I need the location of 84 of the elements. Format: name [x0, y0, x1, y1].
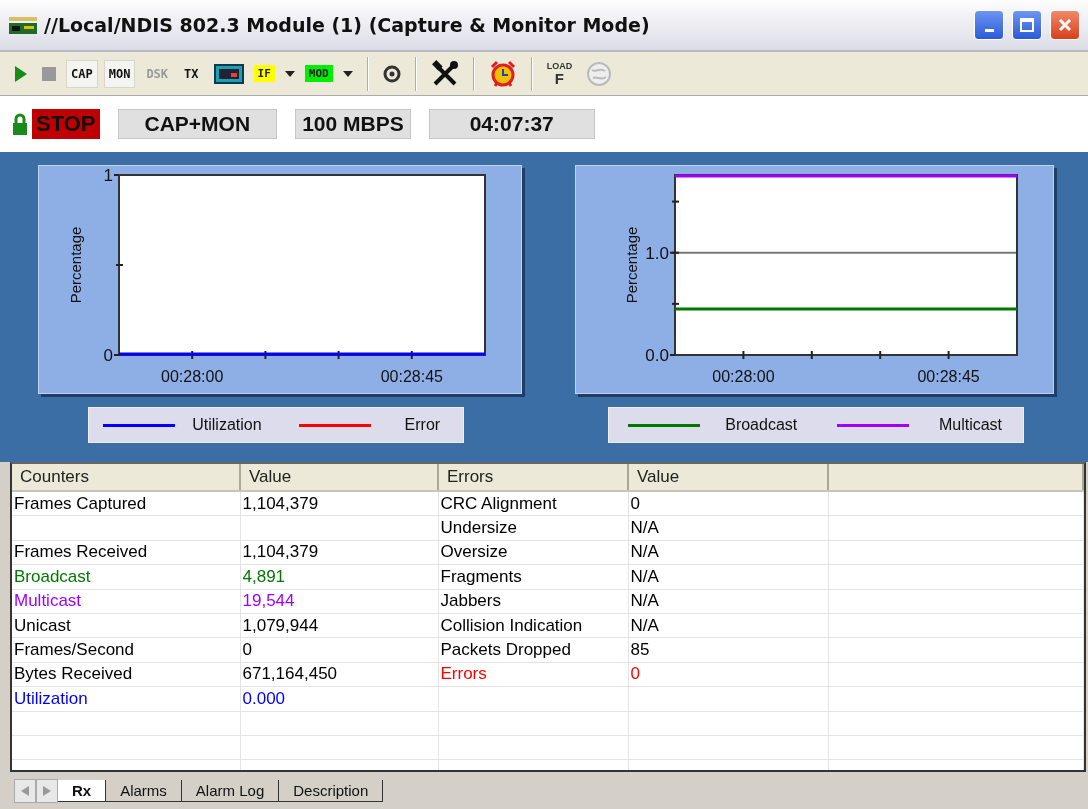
x-tick-label: 00:28:00 [161, 368, 224, 385]
table-cell: Utilization [12, 686, 240, 711]
tools-icon [430, 59, 459, 88]
table-cell: N/A [628, 564, 828, 590]
elapsed-time: 04:07:37 [428, 109, 595, 139]
table-cell: 4,891 [240, 564, 438, 590]
table-cell: 19,544 [240, 589, 438, 614]
table-cell: Oversize [438, 540, 628, 565]
table-cell: Collision Indication [438, 613, 628, 638]
table-cell: 1,104,379 [240, 540, 438, 565]
mode-button[interactable]: CAP [66, 59, 98, 88]
mode-button[interactable]: MON [103, 59, 136, 88]
lock-icon [12, 112, 28, 136]
run-state-indicator: STOP [32, 109, 100, 139]
table-cell: Jabbers [438, 589, 628, 614]
filter-button[interactable]: MOD [304, 65, 333, 82]
table-cell: Undersize [438, 515, 628, 541]
x-tick-label: 00:28:45 [380, 368, 443, 385]
table-cell: Multicast [12, 589, 240, 614]
table-cell: CRC Alignment [438, 491, 628, 516]
target-icon [382, 64, 401, 83]
y-tick-label: 1.0 [645, 243, 669, 263]
legend-label: Broadcast [725, 416, 798, 434]
close-button[interactable] [1050, 10, 1080, 40]
column-header[interactable]: Counters [12, 464, 240, 491]
table-cell: Frames Captured [12, 491, 240, 516]
close-icon [1057, 17, 1073, 33]
legend-label: Utilization [192, 416, 262, 434]
table-cell: N/A [628, 515, 828, 541]
sheet-tab[interactable]: Alarm Log [181, 779, 280, 802]
table-cell: Errors [438, 662, 628, 687]
column-header[interactable]: Errors [438, 464, 628, 491]
window-title: //Local/NDIS 802.3 Module (1) (Capture & Monitor Mode) [44, 14, 651, 36]
play-icon [14, 64, 28, 83]
table-cell: Broadcast [12, 564, 240, 590]
maximize-button[interactable] [1012, 10, 1042, 40]
sheet-tab[interactable]: Description [279, 779, 384, 802]
table-cell: 0.000 [240, 686, 438, 711]
column-header[interactable]: Value [628, 464, 828, 491]
legend-label: Multicast [938, 416, 1003, 434]
minimize-button[interactable] [974, 10, 1004, 40]
filter-button[interactable]: IF [253, 65, 275, 82]
column-header[interactable]: Value [240, 464, 438, 491]
sheet-tab[interactable]: Alarms [106, 779, 182, 802]
legend-label: Error [404, 416, 441, 434]
left-arrow-icon [21, 785, 29, 796]
minimize-icon [984, 28, 994, 32]
table-cell: N/A [628, 540, 828, 565]
x-tick-label: 00:28:00 [712, 368, 775, 385]
table-cell: Packets Dropped [438, 637, 628, 663]
table-cell: Frames/Second [12, 637, 240, 663]
table-cell: N/A [628, 589, 828, 614]
network-card-icon [8, 14, 38, 36]
table-cell: 0 [240, 637, 438, 663]
table-cell: 1,104,379 [240, 491, 438, 516]
sheet-tab[interactable]: Rx [58, 779, 107, 802]
caret-icon [284, 70, 295, 77]
table-cell: Frames Received [12, 540, 240, 565]
maximize-icon [1019, 17, 1035, 33]
y-tick-label: 1 [103, 166, 113, 185]
right-arrow-icon [43, 785, 51, 796]
table-cell: 1,079,944 [240, 613, 438, 638]
mode-display: CAP+MON [117, 109, 278, 139]
table-cell: 0 [628, 662, 828, 687]
speed-display: 100 MBPS [295, 109, 411, 139]
stop-icon [42, 66, 56, 81]
y-tick-label: 0 [103, 346, 113, 365]
mode-button[interactable]: TX [179, 59, 204, 88]
table-cell: 671,164,450 [240, 662, 438, 687]
table-cell: Fragments [438, 564, 628, 590]
y-axis-label: Percentage [623, 226, 640, 304]
alarm-clock-icon [488, 59, 517, 88]
table-cell: Unicast [12, 613, 240, 638]
y-tick-label: 0.0 [645, 346, 669, 365]
monitor-icon [213, 62, 244, 85]
x-tick-label: 00:28:45 [917, 368, 980, 385]
y-axis-label: Percentage [67, 226, 84, 304]
globe-icon [586, 60, 613, 87]
table-cell: N/A [628, 613, 828, 638]
caret-icon [342, 70, 353, 77]
table-cell: 85 [628, 637, 828, 663]
load-button[interactable]: LOAD F [542, 61, 577, 86]
table-cell: Bytes Received [12, 662, 240, 687]
table-cell: 0 [628, 491, 828, 516]
